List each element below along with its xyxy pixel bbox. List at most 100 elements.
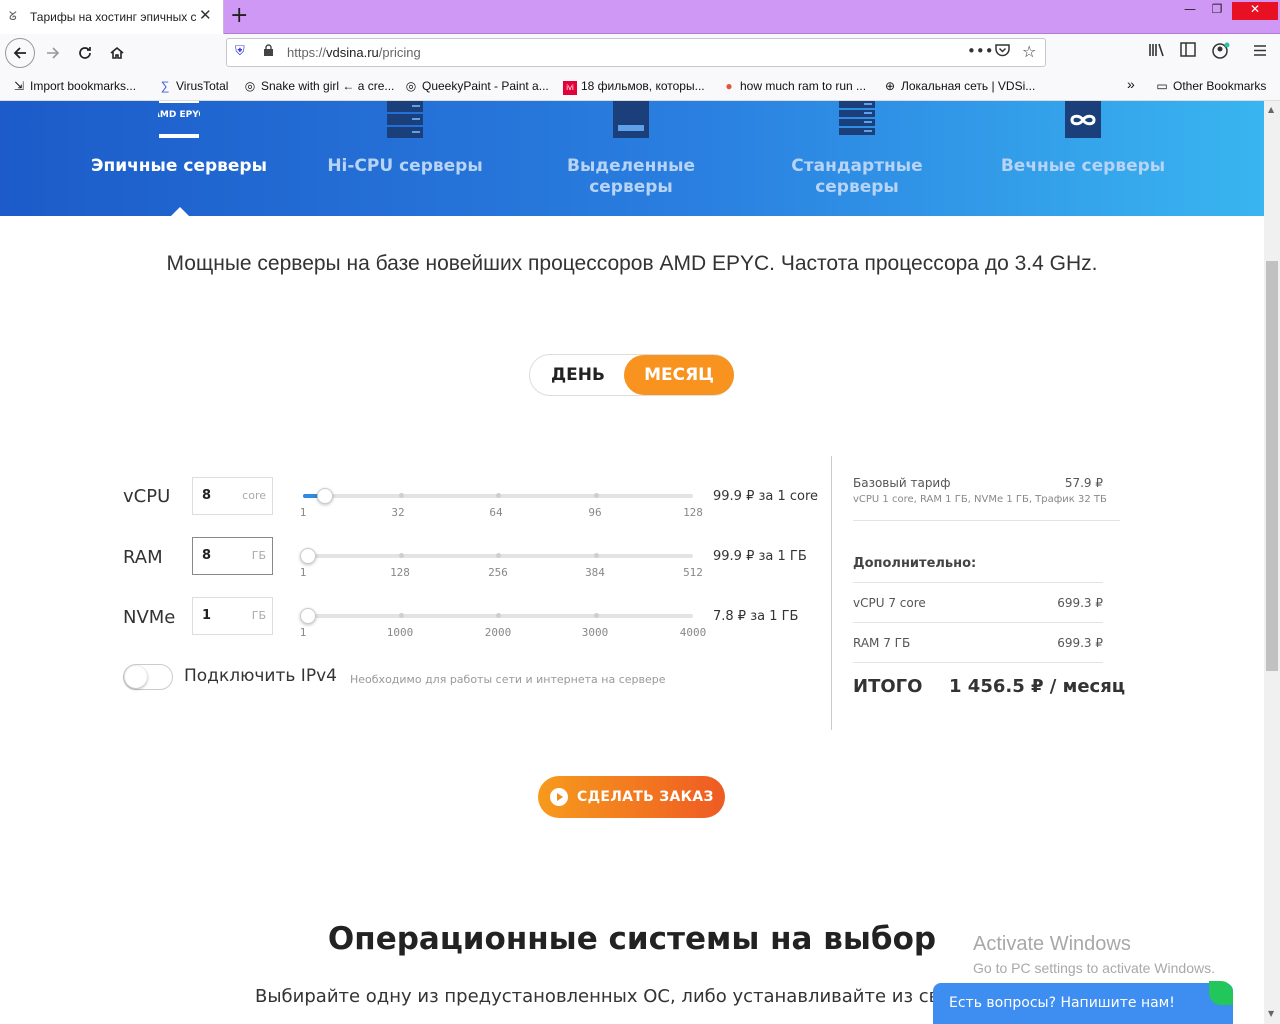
scroll-down-icon[interactable]: ▼ <box>1268 1009 1274 1018</box>
ram-slider-handle[interactable] <box>300 548 317 564</box>
svg-text:AMD EPYC: AMD EPYC <box>158 110 200 120</box>
scrollbar-thumb[interactable] <box>1266 261 1278 671</box>
menu-icon[interactable] <box>1253 42 1267 61</box>
nvme-slider-handle[interactable] <box>300 608 316 624</box>
folder-icon: ▭ <box>1156 79 1168 93</box>
play-icon <box>550 788 568 806</box>
tick-label: 1 <box>299 626 307 639</box>
base-plan-row: Базовый тариф 57.9 ₽ vCPU 1 core, RAM 1 … <box>853 476 1107 505</box>
library-icon[interactable] <box>1148 42 1165 62</box>
chat-widget[interactable]: Есть вопросы? Напишите нам! <box>933 981 1233 1024</box>
bookmark-virustotal[interactable]: ∑ VirusTotal <box>158 79 229 93</box>
minimize-button[interactable]: — <box>1180 2 1200 20</box>
maximize-button[interactable]: ❐ <box>1207 2 1227 20</box>
tracking-shield-icon[interactable]: ⛨ <box>235 44 245 59</box>
active-tab-pointer <box>171 207 189 216</box>
home-button[interactable] <box>102 38 132 68</box>
reload-button[interactable] <box>70 38 100 68</box>
import-icon: ⇲ <box>13 79 25 93</box>
tick-label: 3000 <box>581 626 609 639</box>
slider-tick <box>496 613 501 618</box>
extras-title: Дополнительно: <box>853 556 977 571</box>
ram-input[interactable]: 8 ГБ <box>192 537 273 575</box>
ipv4-toggle[interactable] <box>123 664 173 690</box>
base-plan-details: vCPU 1 core, RAM 1 ГБ, NVMe 1 ГБ, Трафик… <box>853 494 1107 505</box>
snake-icon: ◎ <box>244 79 256 93</box>
ipv4-hint: Необходимо для работы сети и интернета н… <box>350 673 666 686</box>
page-viewport: AMD EPYC Эпичные серверы Hi-CPU серверы … <box>0 101 1264 1024</box>
tab-title: Тарифы на хостинг эпичных с <box>30 10 196 24</box>
tab-label: Hi-CPU серверы <box>327 156 483 176</box>
period-day-button[interactable]: ДЕНЬ <box>530 355 626 395</box>
order-button[interactable]: СДЕЛАТЬ ЗАКАЗ <box>538 776 725 818</box>
more-bookmarks-icon[interactable]: » <box>1127 76 1135 92</box>
tab-hicpu-servers[interactable]: Hi-CPU серверы <box>305 101 505 176</box>
vertical-scrollbar[interactable]: ▲ ▼ <box>1264 101 1280 1024</box>
slider-tick <box>593 613 599 618</box>
activate-title: Activate Windows <box>973 933 1131 955</box>
tab-label: Вечные серверы <box>1000 156 1166 176</box>
pocket-icon[interactable] <box>995 43 1010 61</box>
bookmark-queekypaint[interactable]: ◎ QueekyPaint - Paint a... <box>404 79 549 93</box>
tick-label: 128 <box>390 566 410 579</box>
slider-tick <box>398 613 404 618</box>
activate-windows-watermark: Activate Windows Go to PC settings to ac… <box>973 933 1215 976</box>
tab-epic-servers[interactable]: AMD EPYC Эпичные серверы <box>79 101 279 176</box>
extra-row: RAM 7 ГБ 699.3 ₽ <box>853 636 1103 650</box>
amd-epyc-icon: AMD EPYC <box>158 101 200 138</box>
bookmark-duckduckgo[interactable]: ● how much ram to run ... <box>722 79 866 93</box>
close-tab-icon[interactable]: ✕ <box>199 6 212 24</box>
back-button[interactable] <box>5 38 35 68</box>
nvme-input[interactable]: 1 ГБ <box>192 597 273 635</box>
tick-label: 1 <box>299 566 307 579</box>
tick-label: 64 <box>489 506 503 519</box>
vcpu-slider-handle[interactable] <box>317 488 333 504</box>
divider <box>853 662 1103 663</box>
bookmark-ivi[interactable]: ivi 18 фильмов, которы... <box>563 79 705 95</box>
tick-label: 4000 <box>679 626 707 639</box>
forward-button[interactable] <box>38 38 68 68</box>
lock-icon[interactable] <box>263 44 274 61</box>
vcpu-label: vCPU <box>123 486 171 507</box>
vcpu-unit-price: 99.9 ₽ за 1 core <box>713 489 819 504</box>
tab-standard-servers[interactable]: Стандартные серверы <box>757 101 957 197</box>
scroll-up-icon[interactable]: ▲ <box>1268 105 1274 114</box>
vcpu-slider[interactable] <box>303 493 693 498</box>
address-bar[interactable]: ⛨ https://vdsina.ru/pricing ••• ☆ <box>226 38 1046 67</box>
period-month-button[interactable]: МЕСЯЦ <box>624 355 734 395</box>
browser-tab[interactable]: ᘜ Тарифы на хостинг эпичных с ✕ <box>0 0 224 34</box>
sidebar-icon[interactable] <box>1180 42 1196 61</box>
tick-label: 96 <box>588 506 602 519</box>
divider <box>853 520 1120 521</box>
bookmark-vdsina-network[interactable]: ⊕ Локальная сеть | VDSi... <box>883 79 1035 93</box>
bookmark-snake[interactable]: ◎ Snake with girl ← a cre... <box>243 79 395 93</box>
base-plan-label: Базовый тариф <box>853 476 951 490</box>
bookmark-other[interactable]: ▭ Other Bookmarks <box>1155 79 1266 93</box>
bookmark-star-icon[interactable]: ☆ <box>1022 42 1036 61</box>
slider-tick <box>593 553 599 558</box>
tick-label: 1 <box>299 506 307 519</box>
nvme-slider[interactable] <box>303 613 693 618</box>
tab-label: Эпичные серверы <box>91 156 267 176</box>
ram-slider[interactable] <box>303 553 693 558</box>
reload-icon <box>79 47 91 59</box>
tab-dedicated-servers[interactable]: Выделенные серверы <box>531 101 731 197</box>
account-icon[interactable] <box>1212 42 1230 63</box>
vdsina-favicon-icon: ᘜ <box>9 9 17 23</box>
url-text[interactable]: https://vdsina.ru/pricing <box>287 45 421 60</box>
vertical-divider <box>831 456 832 730</box>
total-value: 1 456.5 ₽ / месяц <box>949 676 1126 697</box>
ipv4-label: Подключить IPv4 <box>184 666 337 686</box>
window-close-button[interactable]: ✕ <box>1232 2 1278 20</box>
chat-label: Есть вопросы? Напишите нам! <box>949 995 1175 1011</box>
navigation-bar: ⛨ https://vdsina.ru/pricing ••• ☆ <box>0 34 1280 72</box>
tab-eternal-servers[interactable]: Вечные серверы <box>983 101 1183 176</box>
page-actions-icon[interactable]: ••• <box>967 42 994 60</box>
vcpu-input[interactable]: 8 core <box>192 477 273 515</box>
queekypaint-icon: ◎ <box>405 79 417 93</box>
total-label: ИТОГО <box>853 676 923 697</box>
bookmark-import[interactable]: ⇲ Import bookmarks... <box>12 79 136 93</box>
toggle-knob <box>125 666 147 688</box>
new-tab-button[interactable]: + <box>230 3 248 28</box>
dedicated-server-icon <box>613 101 649 138</box>
